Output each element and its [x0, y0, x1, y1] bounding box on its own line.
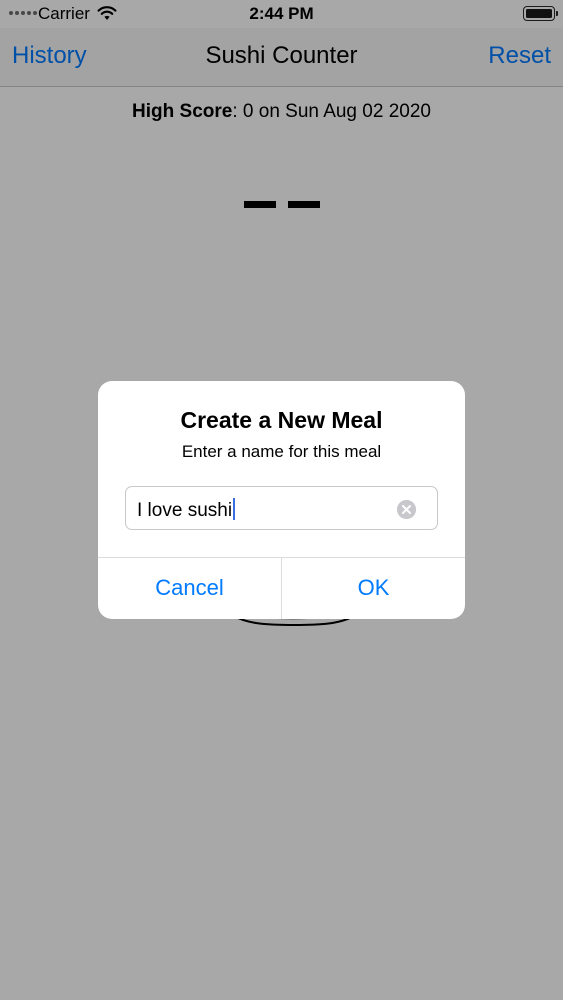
meal-name-input[interactable]: I love sushi [125, 486, 438, 530]
screen: Carrier 2:44 PM History Sushi Counter Re… [0, 0, 563, 1000]
cancel-button[interactable]: Cancel [98, 558, 282, 619]
text-cursor [233, 498, 236, 520]
meal-name-value: I love sushi [137, 500, 233, 521]
alert-actions: Cancel OK [98, 557, 465, 619]
create-meal-alert: Create a New Meal Enter a name for this … [98, 381, 465, 619]
alert-title: Create a New Meal [180, 407, 383, 433]
clear-text-icon[interactable] [397, 500, 416, 519]
alert-message: Enter a name for this meal [181, 442, 382, 461]
ok-button[interactable]: OK [282, 558, 465, 619]
